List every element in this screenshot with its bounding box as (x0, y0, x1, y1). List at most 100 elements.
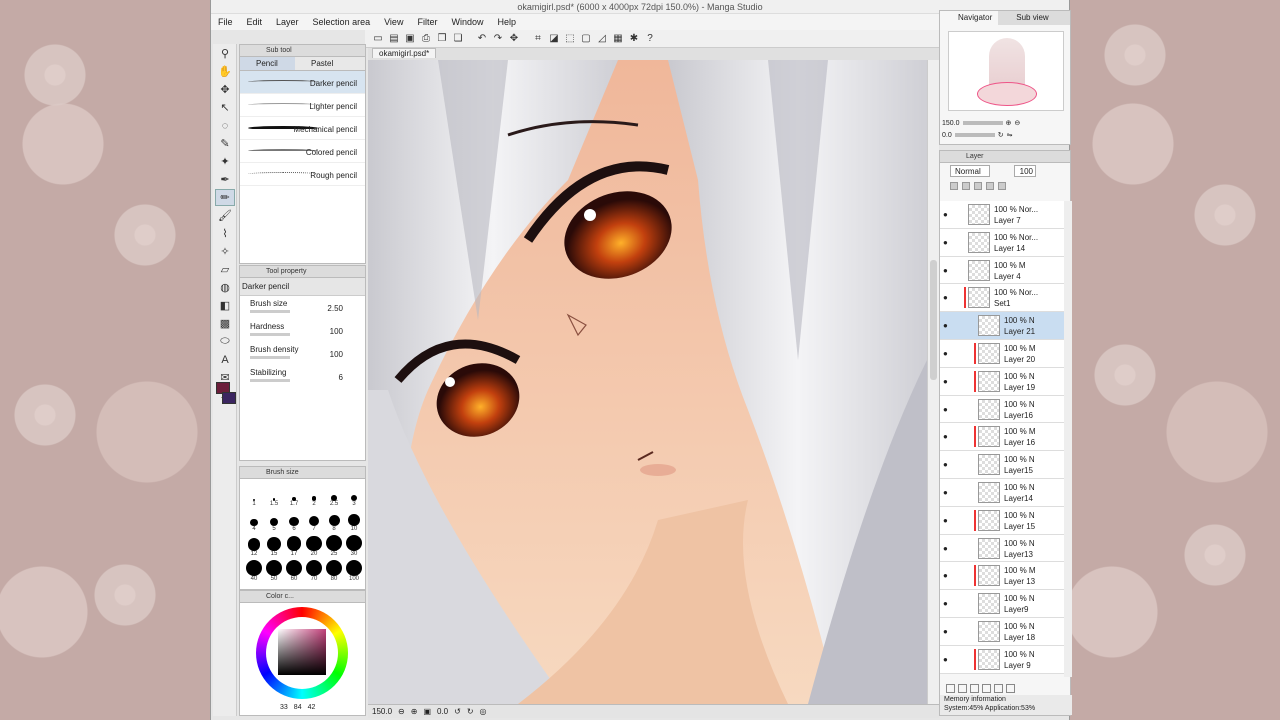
navigator-angle-value[interactable]: 0.0 (942, 132, 952, 139)
layer-row[interactable]: ● 100 % N Layer 19 (940, 367, 1064, 396)
brush-size-preset[interactable]: 3 (344, 482, 364, 507)
layer-row[interactable]: ● 100 % N Layer9 (940, 590, 1064, 618)
menu-file[interactable]: File (211, 14, 240, 30)
menu-edit[interactable]: Edit (240, 14, 270, 30)
rotate-nav-icon[interactable]: ↻ (998, 131, 1004, 139)
brush-size-preset[interactable]: 60 (284, 557, 304, 582)
copy-icon[interactable]: ❐ (435, 32, 449, 46)
visibility-eye-icon[interactable]: ● (943, 627, 948, 636)
hand-tool-icon[interactable]: ✋ (215, 63, 235, 80)
new-folder-icon[interactable] (970, 683, 979, 693)
zoom-out-icon[interactable]: ⊖ (398, 705, 405, 718)
layer-row[interactable]: ● 100 % N Layer16 (940, 395, 1064, 424)
rotate-left-icon[interactable]: ↺ (454, 705, 461, 718)
tab-pencil[interactable]: Pencil (240, 57, 295, 70)
zoom-tool-icon[interactable]: ⚲ (215, 45, 235, 62)
eyedropper-tool-icon[interactable]: ✎ (215, 135, 235, 152)
layer-row[interactable]: ● 100 % N Layer15 (940, 451, 1064, 479)
layer-row[interactable]: ● 100 % M Layer 4 (940, 256, 1064, 285)
layer-row[interactable]: ● 100 % M Layer 13 (940, 562, 1064, 591)
pen-tool-icon[interactable]: ✒ (215, 171, 235, 188)
stabilizing-setting[interactable]: Stabilizing 6 (240, 365, 365, 388)
brush-size-preset[interactable]: 17 (284, 532, 304, 557)
visibility-eye-icon[interactable]: ● (943, 293, 948, 302)
canvas-vertical-scrollbar[interactable] (927, 60, 939, 704)
mask-icon[interactable] (982, 683, 991, 693)
snap-special-icon[interactable]: ✱ (627, 32, 641, 46)
brush-size-preset[interactable]: 2.5 (324, 482, 344, 507)
brush-size-preset[interactable]: 30 (344, 532, 364, 557)
brush-size-preset[interactable]: 8 (324, 507, 344, 532)
brush-size-preset[interactable]: 7 (304, 507, 324, 532)
menu-layer[interactable]: Layer (269, 14, 306, 30)
layer-row[interactable]: ● 100 % N Layer13 (940, 534, 1064, 563)
brush-size-preset[interactable]: 70 (304, 557, 324, 582)
layer-row[interactable]: ● 100 % M Layer 20 (940, 339, 1064, 368)
brush-lighter-pencil[interactable]: Lighter pencil (240, 94, 365, 117)
layer-row[interactable]: ● 100 % N Layer14 (940, 478, 1064, 507)
tab-pastel[interactable]: Pastel (295, 57, 350, 70)
angle-value[interactable]: 0.0 (437, 705, 448, 718)
menu-help[interactable]: Help (490, 14, 523, 30)
new-vector-layer-icon[interactable] (958, 683, 967, 693)
text-tool-icon[interactable]: A (215, 351, 235, 368)
open-file-icon[interactable]: ▤ (387, 32, 401, 46)
menu-view[interactable]: View (377, 14, 410, 30)
merge-icon[interactable] (994, 683, 1003, 693)
snap-grid-icon[interactable]: ▦ (611, 32, 625, 46)
paste-icon[interactable]: ❏ (451, 32, 465, 46)
brush-size-preset[interactable]: 1.5 (264, 482, 284, 507)
brush-size-preset[interactable]: 4 (244, 507, 264, 532)
tab-sub-view[interactable]: Sub view (998, 11, 1054, 25)
brush-size-preset[interactable]: 50 (264, 557, 284, 582)
lock-icon[interactable] (950, 182, 958, 190)
rotation-slider[interactable] (954, 133, 995, 137)
visibility-eye-icon[interactable]: ● (943, 405, 948, 414)
navigator-preview[interactable] (948, 31, 1064, 111)
tab-navigator[interactable]: Navigator (940, 11, 999, 25)
undo-icon[interactable]: ↶ (475, 32, 489, 46)
brush-size-preset[interactable]: 100 (344, 557, 364, 582)
layer-row[interactable]: ● 100 % M Layer 16 (940, 423, 1064, 452)
blend-tool-icon[interactable]: ◍ (215, 279, 235, 296)
brush-darker-pencil[interactable]: Darker pencil (240, 71, 365, 94)
brush-density-setting[interactable]: Brush density 100 (240, 342, 365, 365)
brush-size-preset[interactable]: 12 (244, 532, 264, 557)
deselect-icon[interactable]: ▢ (579, 32, 593, 46)
layer-row[interactable]: ● 100 % N Layer 9 (940, 645, 1064, 674)
move-tool-icon[interactable]: ✥ (215, 81, 235, 98)
visibility-eye-icon[interactable]: ● (943, 210, 948, 219)
lasso-tool-icon[interactable]: ◌ (215, 117, 235, 134)
reset-rotation-icon[interactable]: ◎ (480, 705, 487, 718)
layer-row[interactable]: ● 100 % N Layer 21 (940, 312, 1064, 340)
brush-size-preset[interactable]: 15 (264, 532, 284, 557)
brush-size-preset[interactable]: 1.7 (284, 482, 304, 507)
brush-colored-pencil[interactable]: Colored pencil (240, 140, 365, 163)
new-file-icon[interactable]: ▭ (371, 32, 385, 46)
brush-size-preset[interactable]: 6 (284, 507, 304, 532)
object-tool-icon[interactable]: ↖ (215, 99, 235, 116)
magic-wand-icon[interactable]: ✦ (215, 153, 235, 170)
visibility-eye-icon[interactable]: ● (943, 432, 948, 441)
brush-size-preset[interactable]: 25 (324, 532, 344, 557)
new-raster-layer-icon[interactable] (946, 683, 955, 693)
visibility-eye-icon[interactable]: ● (943, 599, 948, 608)
eraser-tool-icon[interactable]: ▱ (215, 261, 235, 278)
brush-size-preset[interactable]: 10 (344, 507, 364, 532)
brush-size-preset[interactable]: 40 (244, 557, 264, 582)
visibility-eye-icon[interactable]: ● (943, 266, 948, 275)
brush-size-preset[interactable]: 2 (304, 482, 324, 507)
layer-row[interactable]: ● 100 % Nor... Layer 7 (940, 201, 1064, 229)
draft-icon[interactable] (998, 182, 1006, 190)
decoration-tool-icon[interactable]: ✧ (215, 243, 235, 260)
fill-tool-icon[interactable]: ◧ (215, 297, 235, 314)
brush-size-preset[interactable]: 20 (304, 532, 324, 557)
fit-icon[interactable]: ▣ (423, 705, 431, 718)
fill-icon[interactable]: ◪ (547, 32, 561, 46)
brush-rough-pencil[interactable]: Rough pencil (240, 163, 365, 186)
rotate-right-icon[interactable]: ↻ (467, 705, 474, 718)
sub-color-swatch[interactable] (222, 392, 236, 404)
layer-row[interactable]: ● 100 % Nor... Set1 (940, 284, 1064, 313)
figure-tool-icon[interactable]: ⬭ (215, 333, 235, 350)
gradient-tool-icon[interactable]: ▩ (215, 315, 235, 332)
